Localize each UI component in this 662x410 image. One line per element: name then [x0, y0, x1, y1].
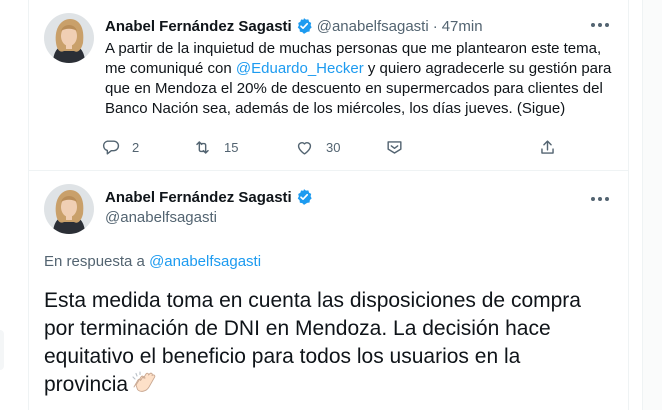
share-icon [387, 140, 402, 154]
clapping-hands-icon [132, 371, 158, 395]
reply-button[interactable]: 2 [101, 134, 139, 160]
avatar-image [44, 13, 94, 63]
page: Anabel Fernández Sagasti @anabelfsagasti… [0, 0, 662, 410]
separator-dot: · [432, 17, 438, 35]
like-count: 30 [326, 139, 341, 155]
tweet-focused: Anabel Fernández Sagasti @anabelfsagasti… [29, 171, 628, 410]
reply-context: En respuesta a @anabelfsagasti [44, 253, 261, 270]
upload-button[interactable] [538, 134, 557, 160]
right-sidebar-edge [629, 0, 662, 410]
avatar[interactable] [44, 184, 94, 234]
author-name[interactable]: Anabel Fernández Sagasti [105, 189, 292, 206]
tweet-header: Anabel Fernández Sagasti @anabelfsagasti… [105, 16, 483, 36]
author-name[interactable]: Anabel Fernández Sagasti [105, 18, 292, 35]
verified-badge-icon [295, 17, 313, 35]
tweet-text: Esta medida toma en cuenta las disposici… [44, 287, 604, 399]
left-gutter [0, 0, 29, 410]
left-edge-notch [0, 330, 4, 370]
author-handle[interactable]: @anabelfsagasti [105, 209, 217, 226]
retweet-count: 15 [224, 139, 239, 155]
share-button[interactable] [385, 134, 404, 160]
more-icon[interactable] [587, 188, 613, 210]
retweet-button[interactable]: 15 [193, 134, 238, 160]
reply-prefix: En respuesta a [44, 253, 150, 270]
author-row: Anabel Fernández Sagasti [105, 188, 313, 206]
verified-badge-icon [295, 188, 313, 206]
avatar[interactable] [44, 13, 94, 63]
tweet-text-body: Esta medida toma en cuenta las disposici… [44, 289, 581, 396]
avatar-image [44, 184, 94, 234]
author-handle[interactable]: @anabelfsagasti [317, 18, 429, 35]
retweet-icon [196, 140, 209, 154]
reply-icon [102, 139, 120, 155]
timestamp[interactable]: 47min [442, 18, 483, 35]
sidebar-card-edge [642, 0, 662, 410]
like-icon [297, 141, 312, 155]
like-button[interactable]: 30 [295, 134, 340, 160]
tweet-text: A partir de la inquietud de muchas perso… [105, 39, 617, 119]
tweet-actions: 2 15 30 [101, 134, 554, 160]
more-icon[interactable] [587, 14, 613, 36]
reply-count: 2 [132, 139, 140, 155]
tweet-previous[interactable]: Anabel Fernández Sagasti @anabelfsagasti… [29, 0, 628, 171]
upload-icon [541, 139, 554, 154]
reply-mention-link[interactable]: @anabelfsagasti [149, 253, 261, 270]
mention-link[interactable]: @Eduardo_Hecker [236, 60, 364, 77]
